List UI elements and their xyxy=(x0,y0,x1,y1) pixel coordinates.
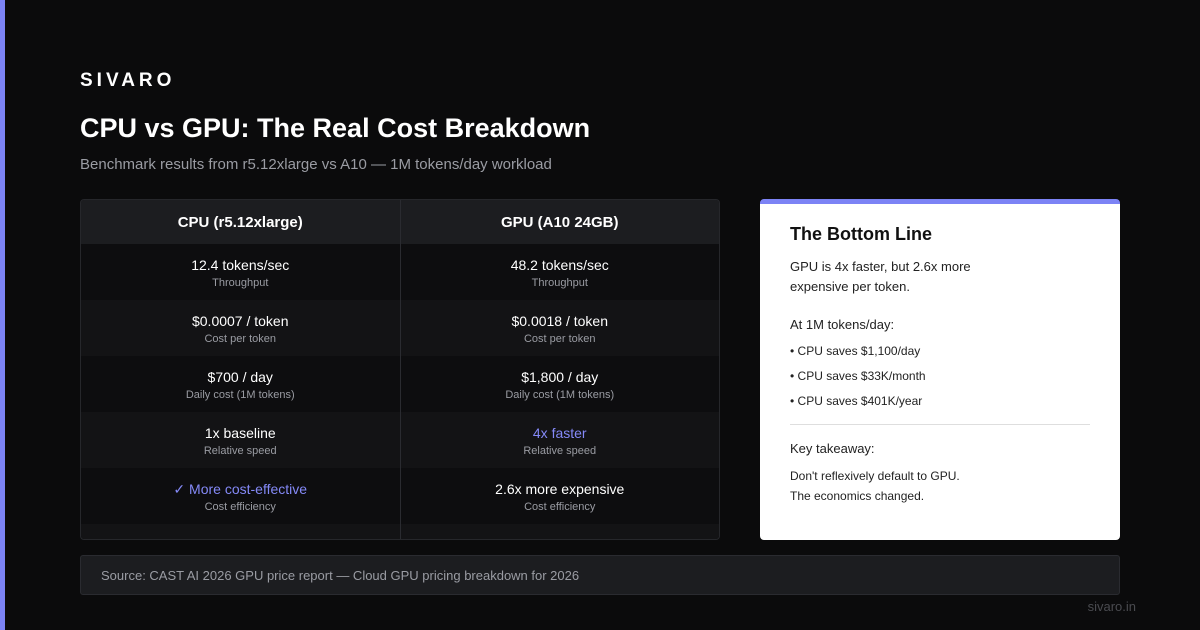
table-cell: $0.0018 / token Cost per token xyxy=(400,300,719,356)
source-note: Source: CAST AI 2026 GPU price report — … xyxy=(80,555,1120,595)
takeaway-text: Don't reflexively default to GPU. The ec… xyxy=(790,466,1090,506)
cpu-column-header: CPU (r5.12xlarge) xyxy=(81,200,400,244)
card-title: The Bottom Line xyxy=(790,224,932,244)
column-footer xyxy=(400,524,719,539)
footer-url: sivaro.in xyxy=(1087,599,1136,614)
cell-value: $0.0018 / token xyxy=(511,312,609,329)
cell-label: Cost per token xyxy=(523,332,596,345)
cell-value: $700 / day xyxy=(207,368,273,385)
cell-label: Throughput xyxy=(531,276,588,289)
table-cell: 1x baseline Relative speed xyxy=(81,412,400,468)
table-cell: $700 / day Daily cost (1M tokens) xyxy=(81,356,400,412)
table-cell: 48.2 tokens/sec Throughput xyxy=(400,244,719,300)
takeaway-label: Key takeaway: xyxy=(790,441,875,456)
card-divider xyxy=(790,424,1090,425)
cell-label: Cost per token xyxy=(204,332,277,345)
brand-logo: SIVARO xyxy=(80,70,176,91)
comparison-table: CPU (r5.12xlarge) 12.4 tokens/sec Throug… xyxy=(80,199,720,540)
table-cell: $0.0007 / token Cost per token xyxy=(81,300,400,356)
cell-value: $0.0007 / token xyxy=(191,312,289,329)
card-summary: GPU is 4x faster, but 2.6x more expensiv… xyxy=(790,259,971,294)
table-cell: ✓ More cost-effective Cost efficiency xyxy=(81,468,400,524)
cell-label: Daily cost (1M tokens) xyxy=(185,388,295,401)
takeaway-line: The economics changed. xyxy=(790,489,925,503)
cost-effective-value: ✓ More cost-effective xyxy=(173,480,308,497)
table-cell: 4x faster Relative speed xyxy=(400,412,719,468)
table-cell: 12.4 tokens/sec Throughput xyxy=(81,244,400,300)
cell-value: 12.4 tokens/sec xyxy=(191,256,290,273)
column-footer xyxy=(81,524,400,539)
list-item: CPU saves $1,100/day xyxy=(790,344,1090,359)
cell-value: 48.2 tokens/sec xyxy=(510,256,609,273)
gpu-column: GPU (A10 24GB) 48.2 tokens/sec Throughpu… xyxy=(399,200,719,539)
cell-value: $1,800 / day xyxy=(521,368,599,385)
bottom-line-card: The Bottom Line GPU is 4x faster, but 2.… xyxy=(760,199,1120,540)
list-item: CPU saves $33K/month xyxy=(790,369,1090,384)
list-item: CPU saves $401K/year xyxy=(790,394,1090,409)
cell-label: Relative speed xyxy=(523,444,597,457)
card-at-label: At 1M tokens/day: xyxy=(790,317,895,332)
cell-label: Daily cost (1M tokens) xyxy=(505,388,615,401)
table-cell: $1,800 / day Daily cost (1M tokens) xyxy=(400,356,719,412)
cpu-column: CPU (r5.12xlarge) 12.4 tokens/sec Throug… xyxy=(81,200,400,539)
cell-value: 2.6x more expensive xyxy=(495,480,625,497)
cell-label: Cost efficiency xyxy=(204,500,276,513)
cell-label: Relative speed xyxy=(203,444,277,457)
page-subtitle: Benchmark results from r5.12xlarge vs A1… xyxy=(80,156,552,173)
savings-list: CPU saves $1,100/day CPU saves $33K/mont… xyxy=(790,344,1090,409)
left-accent-bar xyxy=(0,0,5,630)
page-title: CPU vs GPU: The Real Cost Breakdown xyxy=(80,113,591,143)
faster-value: 4x faster xyxy=(532,424,587,441)
takeaway-line: Don't reflexively default to GPU. xyxy=(790,469,960,483)
gpu-column-header: GPU (A10 24GB) xyxy=(400,200,719,244)
cell-value: 1x baseline xyxy=(204,424,276,441)
cell-label: Cost efficiency xyxy=(524,500,596,513)
cell-label: Throughput xyxy=(212,276,269,289)
table-cell: 2.6x more expensive Cost efficiency xyxy=(400,468,719,524)
